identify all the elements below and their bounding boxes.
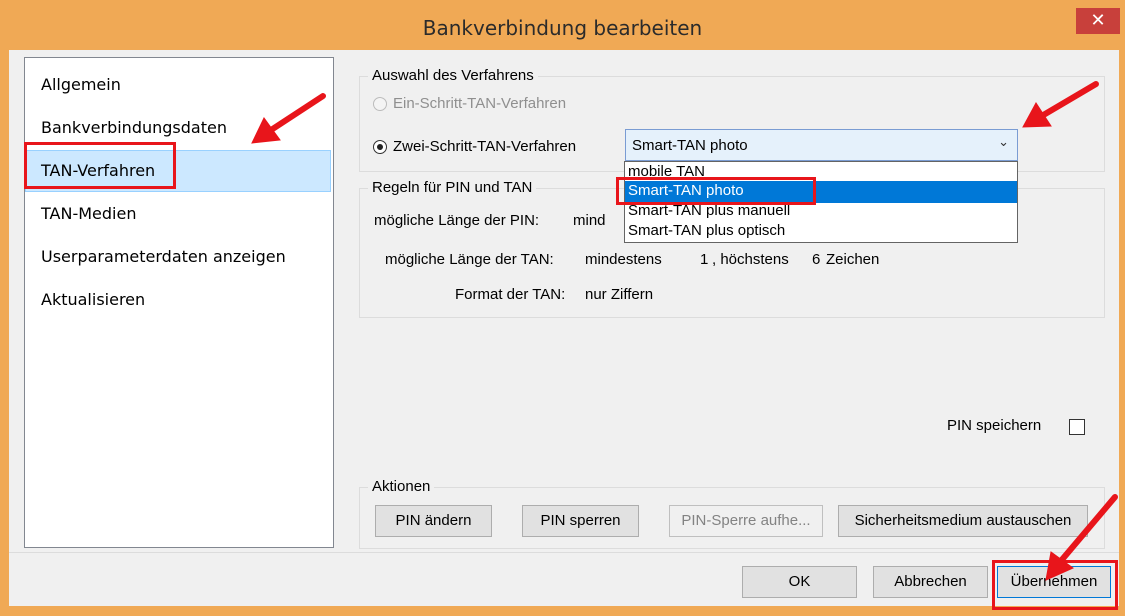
arrow-head-apply xyxy=(1045,551,1074,581)
arrow-to-combo xyxy=(1037,81,1099,120)
annotation-arrows xyxy=(251,81,1118,581)
arrow-to-apply xyxy=(1057,494,1118,565)
arrow-to-sidebar-item xyxy=(265,93,326,135)
arrow-head-sidebar xyxy=(251,117,281,144)
